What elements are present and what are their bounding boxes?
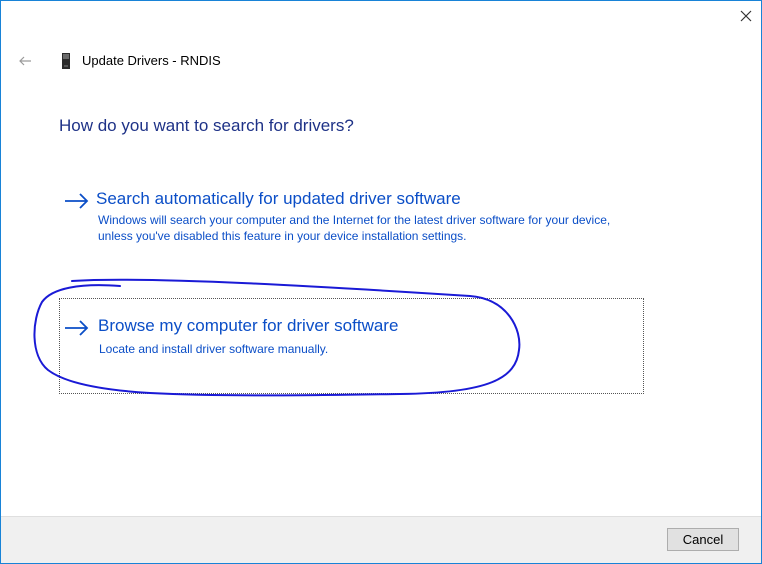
back-arrow-icon — [19, 56, 31, 66]
close-icon — [740, 10, 752, 22]
dialog-footer: Cancel — [1, 516, 761, 563]
arrow-right-icon — [65, 193, 89, 209]
window-title: Update Drivers - RNDIS — [82, 53, 221, 68]
browse-computer-description: Locate and install driver software manua… — [99, 342, 329, 356]
update-drivers-window: Update Drivers - RNDIS How do you want t… — [0, 0, 762, 564]
page-heading: How do you want to search for drivers? — [59, 116, 354, 135]
device-icon — [62, 53, 70, 69]
browse-computer-title: Browse my computer for driver software — [98, 316, 399, 335]
close-button[interactable] — [731, 1, 761, 31]
arrow-right-icon — [65, 320, 89, 336]
search-automatically-description: Windows will search your computer and th… — [98, 213, 611, 243]
back-button[interactable] — [15, 51, 35, 71]
cancel-button[interactable]: Cancel — [667, 528, 739, 551]
search-automatically-option[interactable]: Search automatically for updated driver … — [59, 184, 644, 274]
browse-computer-option[interactable]: Browse my computer for driver software L… — [59, 298, 644, 394]
search-automatically-title: Search automatically for updated driver … — [96, 189, 461, 208]
